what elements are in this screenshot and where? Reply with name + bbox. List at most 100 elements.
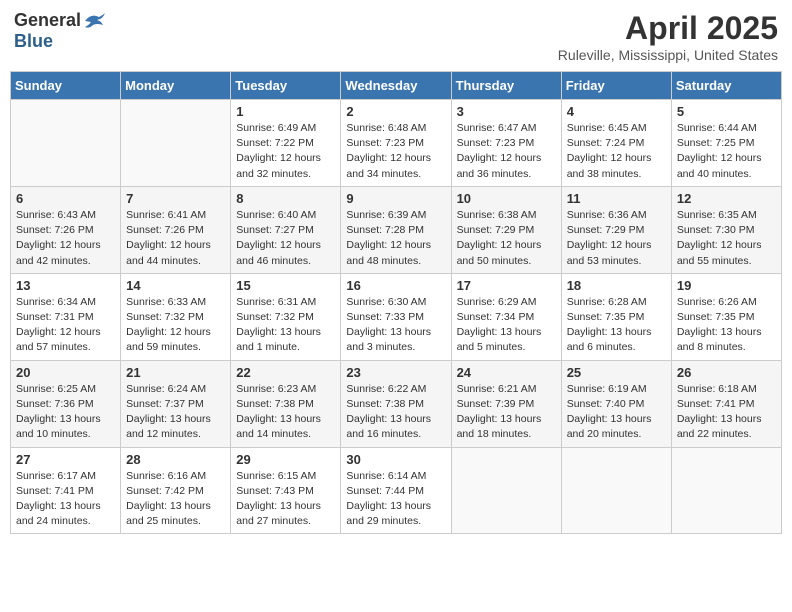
- day-number: 25: [567, 365, 666, 380]
- day-info: Sunrise: 6:45 AM Sunset: 7:24 PM Dayligh…: [567, 121, 666, 182]
- day-number: 22: [236, 365, 335, 380]
- day-info: Sunrise: 6:39 AM Sunset: 7:28 PM Dayligh…: [346, 208, 445, 269]
- day-info: Sunrise: 6:41 AM Sunset: 7:26 PM Dayligh…: [126, 208, 225, 269]
- day-number: 5: [677, 104, 776, 119]
- day-info: Sunrise: 6:19 AM Sunset: 7:40 PM Dayligh…: [567, 382, 666, 443]
- day-info: Sunrise: 6:23 AM Sunset: 7:38 PM Dayligh…: [236, 382, 335, 443]
- calendar-cell: 8 Sunrise: 6:40 AM Sunset: 7:27 PM Daylig…: [231, 186, 341, 273]
- calendar-cell: 17 Sunrise: 6:29 AM Sunset: 7:34 PM Dayli…: [451, 273, 561, 360]
- day-info: Sunrise: 6:36 AM Sunset: 7:29 PM Dayligh…: [567, 208, 666, 269]
- day-number: 28: [126, 452, 225, 467]
- day-number: 7: [126, 191, 225, 206]
- calendar-cell: 3Sunrise: 6:47 AM Sunset: 7:23 PM Daylig…: [451, 100, 561, 187]
- logo: General Blue: [14, 10, 107, 52]
- day-number: 18: [567, 278, 666, 293]
- day-info: Sunrise: 6:29 AM Sunset: 7:34 PM Dayligh…: [457, 295, 556, 356]
- day-info: Sunrise: 6:18 AM Sunset: 7:41 PM Dayligh…: [677, 382, 776, 443]
- day-number: 16: [346, 278, 445, 293]
- calendar-cell: 10 Sunrise: 6:38 AM Sunset: 7:29 PM Dayli…: [451, 186, 561, 273]
- day-info: Sunrise: 6:14 AM Sunset: 7:44 PM Dayligh…: [346, 469, 445, 530]
- day-number: 4: [567, 104, 666, 119]
- day-number: 19: [677, 278, 776, 293]
- day-number: 24: [457, 365, 556, 380]
- calendar-cell: [671, 447, 781, 534]
- week-row-1: 1 Sunrise: 6:49 AM Sunset: 7:22 PM Daylig…: [11, 100, 782, 187]
- day-number: 21: [126, 365, 225, 380]
- day-number: 14: [126, 278, 225, 293]
- page-title: April 2025: [558, 10, 778, 47]
- page-header: General Blue April 2025 Ruleville, Missi…: [10, 10, 782, 63]
- calendar-cell: [11, 100, 121, 187]
- day-number: 10: [457, 191, 556, 206]
- day-info: Sunrise: 6:49 AM Sunset: 7:22 PM Dayligh…: [236, 121, 335, 182]
- calendar-cell: 19 Sunrise: 6:26 AM Sunset: 7:35 PM Dayli…: [671, 273, 781, 360]
- week-row-2: 6 Sunrise: 6:43 AM Sunset: 7:26 PM Daylig…: [11, 186, 782, 273]
- calendar-cell: 14 Sunrise: 6:33 AM Sunset: 7:32 PM Dayli…: [121, 273, 231, 360]
- day-info: Sunrise: 6:33 AM Sunset: 7:32 PM Dayligh…: [126, 295, 225, 356]
- day-number: 2: [346, 104, 445, 119]
- calendar-cell: 15Sunrise: 6:31 AM Sunset: 7:32 PM Dayli…: [231, 273, 341, 360]
- week-row-3: 13 Sunrise: 6:34 AM Sunset: 7:31 PM Dayli…: [11, 273, 782, 360]
- day-info: Sunrise: 6:24 AM Sunset: 7:37 PM Dayligh…: [126, 382, 225, 443]
- day-info: Sunrise: 6:35 AM Sunset: 7:30 PM Dayligh…: [677, 208, 776, 269]
- weekday-header-friday: Friday: [561, 72, 671, 100]
- weekday-header-wednesday: Wednesday: [341, 72, 451, 100]
- calendar-cell: 21 Sunrise: 6:24 AM Sunset: 7:37 PM Dayli…: [121, 360, 231, 447]
- calendar-cell: 23Sunrise: 6:22 AM Sunset: 7:38 PM Dayli…: [341, 360, 451, 447]
- week-row-4: 20 Sunrise: 6:25 AM Sunset: 7:36 PM Dayli…: [11, 360, 782, 447]
- calendar-cell: 26 Sunrise: 6:18 AM Sunset: 7:41 PM Dayli…: [671, 360, 781, 447]
- calendar-cell: 29 Sunrise: 6:15 AM Sunset: 7:43 PM Dayli…: [231, 447, 341, 534]
- day-number: 11: [567, 191, 666, 206]
- calendar-cell: 7 Sunrise: 6:41 AM Sunset: 7:26 PM Daylig…: [121, 186, 231, 273]
- weekday-header-monday: Monday: [121, 72, 231, 100]
- day-info: Sunrise: 6:22 AM Sunset: 7:38 PM Dayligh…: [346, 382, 445, 443]
- day-number: 30: [346, 452, 445, 467]
- calendar-cell: [451, 447, 561, 534]
- weekday-header-sunday: Sunday: [11, 72, 121, 100]
- calendar-cell: 24 Sunrise: 6:21 AM Sunset: 7:39 PM Dayli…: [451, 360, 561, 447]
- logo-bird-icon: [83, 11, 107, 31]
- title-block: April 2025 Ruleville, Mississippi, Unite…: [558, 10, 778, 63]
- day-number: 15: [236, 278, 335, 293]
- day-info: Sunrise: 6:38 AM Sunset: 7:29 PM Dayligh…: [457, 208, 556, 269]
- calendar-cell: [121, 100, 231, 187]
- calendar-cell: 20 Sunrise: 6:25 AM Sunset: 7:36 PM Dayli…: [11, 360, 121, 447]
- calendar-cell: 18Sunrise: 6:28 AM Sunset: 7:35 PM Dayli…: [561, 273, 671, 360]
- calendar-cell: 4 Sunrise: 6:45 AM Sunset: 7:24 PM Daylig…: [561, 100, 671, 187]
- day-info: Sunrise: 6:44 AM Sunset: 7:25 PM Dayligh…: [677, 121, 776, 182]
- day-number: 17: [457, 278, 556, 293]
- day-info: Sunrise: 6:30 AM Sunset: 7:33 PM Dayligh…: [346, 295, 445, 356]
- day-number: 1: [236, 104, 335, 119]
- logo-general-text: General: [14, 10, 81, 31]
- calendar-cell: 9Sunrise: 6:39 AM Sunset: 7:28 PM Daylig…: [341, 186, 451, 273]
- day-number: 3: [457, 104, 556, 119]
- weekday-header-tuesday: Tuesday: [231, 72, 341, 100]
- day-info: Sunrise: 6:25 AM Sunset: 7:36 PM Dayligh…: [16, 382, 115, 443]
- calendar-cell: [561, 447, 671, 534]
- calendar-cell: 13 Sunrise: 6:34 AM Sunset: 7:31 PM Dayli…: [11, 273, 121, 360]
- calendar-cell: 12 Sunrise: 6:35 AM Sunset: 7:30 PM Dayli…: [671, 186, 781, 273]
- calendar-cell: 1 Sunrise: 6:49 AM Sunset: 7:22 PM Daylig…: [231, 100, 341, 187]
- day-info: Sunrise: 6:17 AM Sunset: 7:41 PM Dayligh…: [16, 469, 115, 530]
- day-number: 26: [677, 365, 776, 380]
- day-info: Sunrise: 6:43 AM Sunset: 7:26 PM Dayligh…: [16, 208, 115, 269]
- day-number: 27: [16, 452, 115, 467]
- day-info: Sunrise: 6:26 AM Sunset: 7:35 PM Dayligh…: [677, 295, 776, 356]
- day-number: 6: [16, 191, 115, 206]
- calendar-table: SundayMondayTuesdayWednesdayThursdayFrid…: [10, 71, 782, 534]
- calendar-cell: 25 Sunrise: 6:19 AM Sunset: 7:40 PM Dayli…: [561, 360, 671, 447]
- day-number: 8: [236, 191, 335, 206]
- day-number: 12: [677, 191, 776, 206]
- calendar-cell: 30 Sunrise: 6:14 AM Sunset: 7:44 PM Dayli…: [341, 447, 451, 534]
- day-info: Sunrise: 6:40 AM Sunset: 7:27 PM Dayligh…: [236, 208, 335, 269]
- day-info: Sunrise: 6:48 AM Sunset: 7:23 PM Dayligh…: [346, 121, 445, 182]
- day-number: 13: [16, 278, 115, 293]
- weekday-header-thursday: Thursday: [451, 72, 561, 100]
- day-number: 29: [236, 452, 335, 467]
- day-info: Sunrise: 6:15 AM Sunset: 7:43 PM Dayligh…: [236, 469, 335, 530]
- week-row-5: 27 Sunrise: 6:17 AM Sunset: 7:41 PM Dayli…: [11, 447, 782, 534]
- calendar-cell: 28Sunrise: 6:16 AM Sunset: 7:42 PM Dayli…: [121, 447, 231, 534]
- day-info: Sunrise: 6:21 AM Sunset: 7:39 PM Dayligh…: [457, 382, 556, 443]
- day-number: 20: [16, 365, 115, 380]
- day-info: Sunrise: 6:34 AM Sunset: 7:31 PM Dayligh…: [16, 295, 115, 356]
